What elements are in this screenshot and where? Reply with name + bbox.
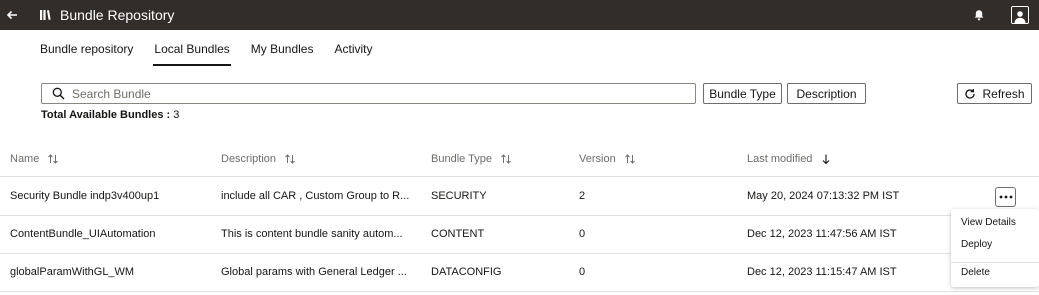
description-filter-button[interactable]: Description	[787, 83, 866, 104]
refresh-button[interactable]: Refresh	[957, 83, 1032, 104]
row-actions-menu: View Details Deploy Delete	[951, 209, 1039, 287]
more-horizontal-icon	[999, 195, 1012, 199]
cell-name: Security Bundle indp3v400up1	[10, 190, 160, 202]
column-label: Bundle Type	[431, 153, 492, 165]
table-row[interactable]: Security Bundle indp3v400up1 include all…	[0, 178, 1039, 216]
cell-version: 2	[579, 190, 586, 202]
cell-last-modified: Dec 12, 2023 11:15:47 AM IST	[747, 266, 897, 278]
sort-icon	[501, 154, 511, 164]
column-label: Description	[221, 153, 277, 165]
total-bundles: Total Available Bundles : 3	[41, 109, 179, 121]
arrow-left-icon	[6, 10, 17, 20]
user-profile-icon	[1014, 11, 1026, 23]
menu-divider	[951, 262, 1039, 263]
search-icon	[51, 87, 65, 101]
table-header: Name Description Bundle Type Version Las…	[0, 150, 1039, 177]
menu-item-deploy[interactable]: Deploy	[961, 239, 992, 250]
cell-name: ContentBundle_UIAutomation	[10, 228, 156, 240]
sort-icon	[285, 154, 295, 164]
cell-last-modified: Dec 12, 2023 11:47:56 AM IST	[747, 228, 897, 240]
cell-bundle-type: SECURITY	[431, 190, 487, 202]
refresh-icon	[965, 88, 976, 99]
refresh-label: Refresh	[982, 86, 1025, 101]
cell-description: This is content bundle sanity autom...	[221, 228, 403, 240]
cell-bundle-type: CONTENT	[431, 228, 485, 240]
page-title: Bundle Repository	[60, 7, 175, 23]
tab-my-bundles[interactable]: My Bundles	[251, 42, 314, 64]
cell-version: 0	[579, 228, 586, 240]
cell-bundle-type: DATACONFIG	[431, 266, 502, 278]
total-count: 3	[173, 109, 180, 121]
column-header-last-modified[interactable]: Last modified	[747, 153, 832, 165]
notifications-button[interactable]	[969, 0, 989, 30]
sort-icon	[48, 154, 59, 164]
cell-version: 0	[579, 266, 586, 278]
back-button[interactable]	[0, 0, 24, 30]
menu-item-view-details[interactable]: View Details	[961, 217, 1016, 228]
cell-description: Global params with General Ledger ...	[221, 266, 407, 278]
column-header-name[interactable]: Name	[10, 153, 59, 165]
sort-descending-icon	[823, 154, 830, 165]
user-profile-button[interactable]	[1011, 6, 1029, 24]
sort-icon	[624, 154, 635, 164]
bell-icon	[974, 10, 984, 21]
table-row[interactable]: globalParamWithGL_WM Global params with …	[0, 254, 1039, 292]
cell-name: globalParamWithGL_WM	[10, 266, 135, 278]
column-label: Last modified	[747, 153, 813, 165]
column-header-version[interactable]: Version	[579, 153, 636, 165]
tab-bar: Bundle repository Local Bundles My Bundl…	[40, 42, 394, 66]
search-input[interactable]	[72, 86, 672, 101]
cell-description: include all CAR , Custom Group to R...	[221, 190, 410, 202]
column-label: Name	[10, 153, 40, 165]
search-box	[41, 83, 696, 104]
row-actions-button[interactable]	[995, 187, 1016, 207]
tab-activity[interactable]: Activity	[334, 42, 372, 64]
bundle-type-filter-button[interactable]: Bundle Type	[703, 83, 782, 104]
total-label: Total Available Bundles :	[41, 109, 171, 121]
app-header: Bundle Repository	[0, 0, 1039, 30]
cell-last-modified: May 20, 2024 07:13:32 PM IST	[747, 190, 900, 202]
table-row[interactable]: ContentBundle_UIAutomation This is conte…	[0, 216, 1039, 254]
tab-bundle-repository[interactable]: Bundle repository	[40, 42, 133, 64]
library-icon	[38, 8, 52, 22]
column-label: Version	[579, 153, 616, 165]
menu-item-delete[interactable]: Delete	[961, 267, 990, 278]
tab-local-bundles[interactable]: Local Bundles	[153, 42, 232, 66]
column-header-bundle-type[interactable]: Bundle Type	[431, 153, 512, 165]
column-header-description[interactable]: Description	[221, 153, 296, 165]
